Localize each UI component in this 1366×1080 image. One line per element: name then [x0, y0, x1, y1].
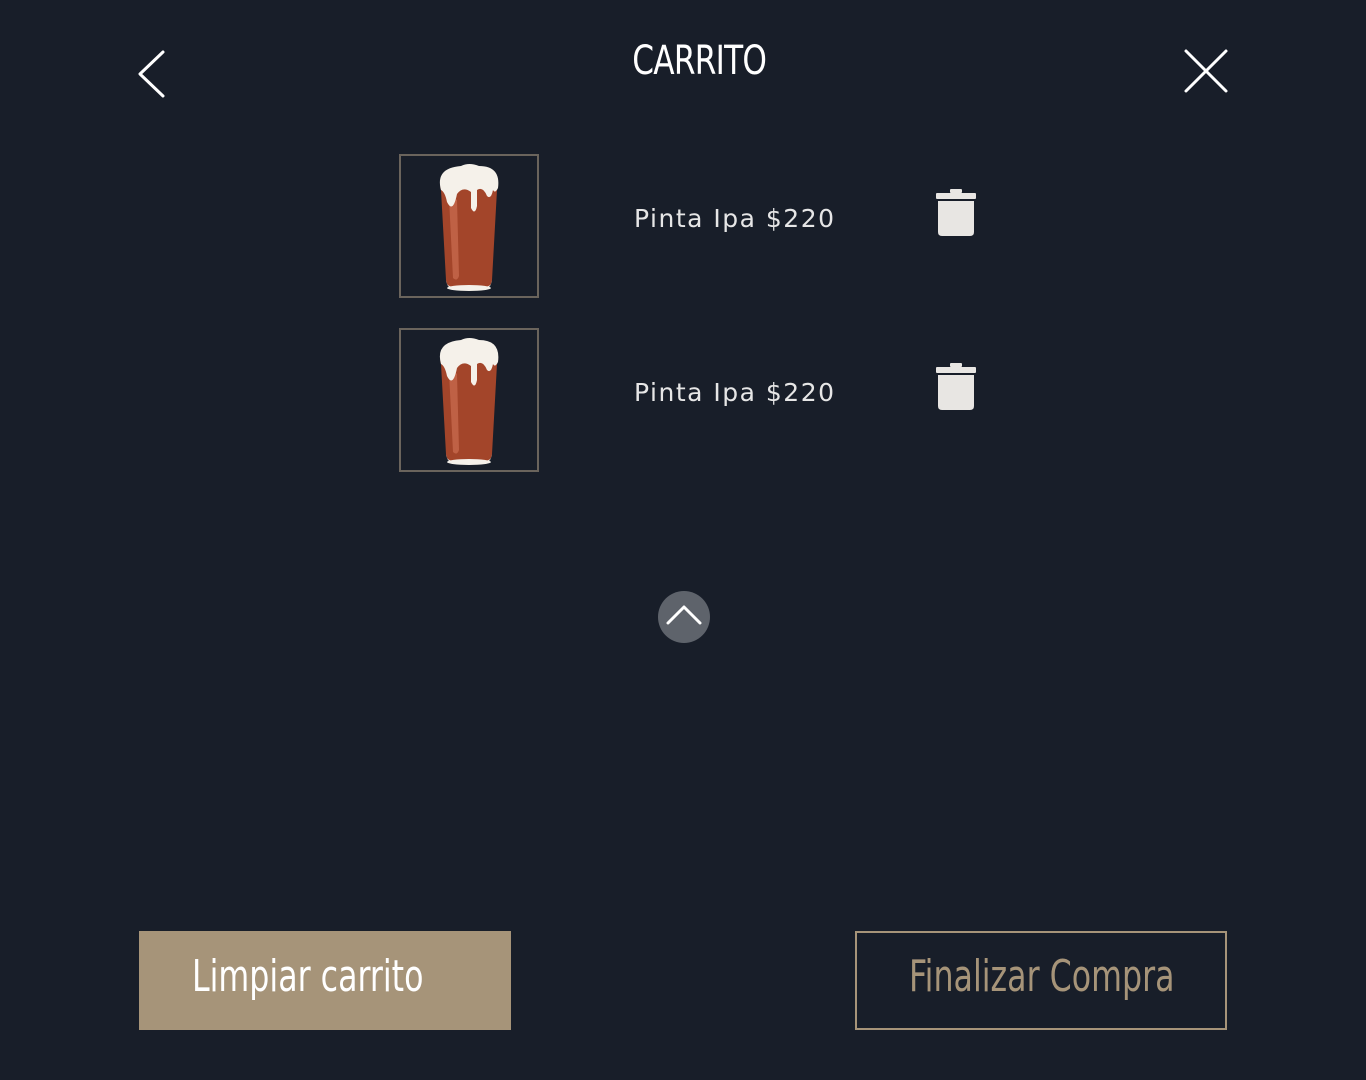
clear-cart-label: Limpiar carrito — [192, 951, 424, 1002]
item-name-price: Pinta Ipa $220 — [634, 204, 836, 233]
remove-item-button[interactable] — [935, 362, 977, 412]
clear-cart-button[interactable]: Limpiar carrito — [139, 931, 511, 1030]
remove-item-button[interactable] — [935, 188, 977, 238]
cart-item: Pinta Ipa $220 — [399, 154, 999, 298]
beer-pint-icon — [439, 164, 499, 291]
finish-purchase-label: Finalizar Compra — [909, 951, 1175, 1002]
product-image — [399, 154, 539, 298]
page-title: CARRITO — [632, 38, 767, 84]
chevron-up-icon — [666, 605, 702, 625]
close-icon — [1184, 49, 1228, 93]
close-button[interactable] — [1180, 46, 1232, 98]
trash-icon — [936, 189, 976, 236]
trash-icon — [936, 363, 976, 410]
item-name-price: Pinta Ipa $220 — [634, 378, 836, 407]
product-image — [399, 328, 539, 472]
scroll-up-button[interactable] — [658, 591, 710, 643]
cart-item: Pinta Ipa $220 — [399, 328, 999, 472]
finish-purchase-button[interactable]: Finalizar Compra — [855, 931, 1227, 1030]
beer-pint-icon — [439, 338, 499, 465]
